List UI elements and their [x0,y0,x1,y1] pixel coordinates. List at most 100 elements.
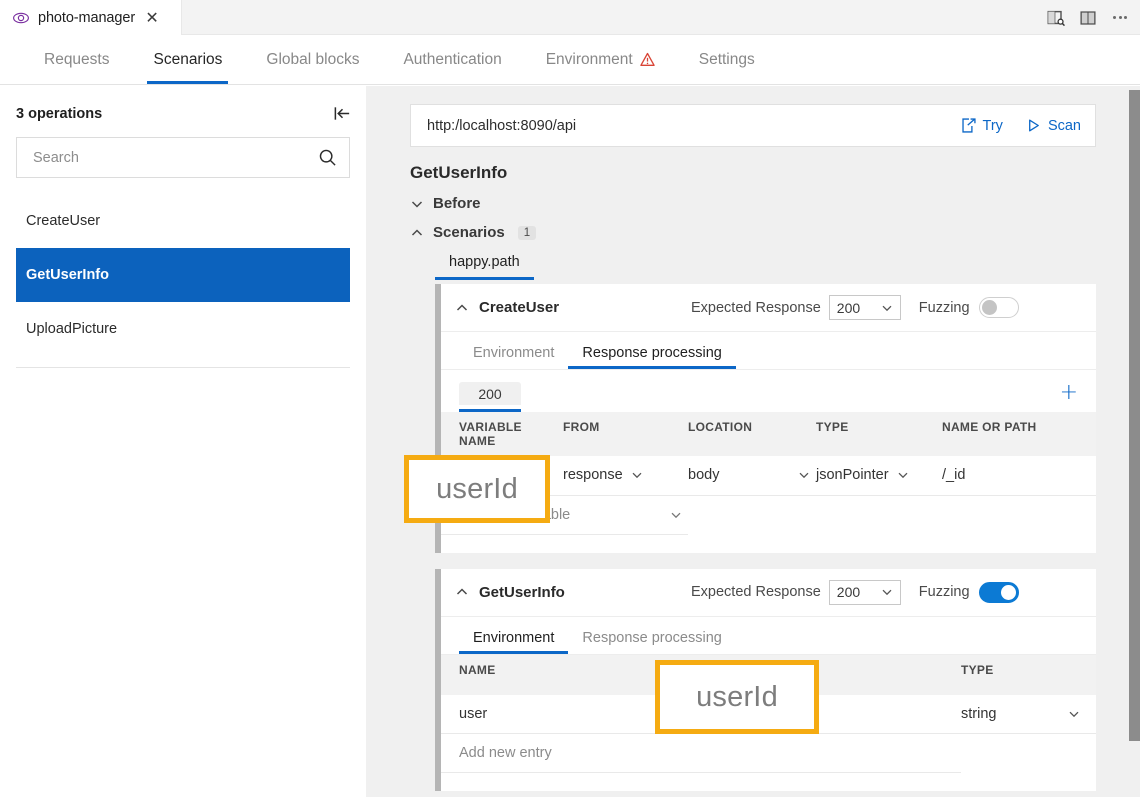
status-code-tab-row: 200 + [441,370,1096,412]
table-header-row: VARIABLE NAME FROM LOCATION TYPE NAME OR… [441,412,1096,456]
window-tab-photo-manager[interactable]: photo-manager ✕ [0,0,182,35]
operations-count: 3 operations [16,105,103,122]
expected-response-label: Expected Response [691,584,821,600]
warning-triangle-icon [640,52,655,66]
chevron-up-icon[interactable] [455,301,469,315]
chevron-down-icon [1069,711,1079,717]
column-name-or-path: NAME OR PATH [942,412,1096,456]
tab-settings-label: Settings [698,50,755,68]
scenario-tab-label: happy.path [449,254,520,270]
tab-authentication[interactable]: Authentication [381,35,523,84]
eye-icon [13,12,29,23]
column-name: NAME [441,654,656,695]
tab-scenarios[interactable]: Scenarios [131,35,244,84]
panel-search-icon[interactable] [1046,8,1066,28]
zoom-callout-text: userId [436,472,518,505]
operations-list: CreateUser GetUserInfo UploadPicture [0,194,366,356]
search-input[interactable] [31,148,318,167]
cell-from[interactable]: response [563,456,688,496]
chevron-down-icon [671,512,681,518]
tab-global-blocks[interactable]: Global blocks [244,35,381,84]
close-icon[interactable]: ✕ [144,9,160,26]
inner-tab-environment[interactable]: Environment [459,629,569,654]
try-label: Try [982,117,1003,134]
expected-response-select[interactable]: 200 [828,295,901,320]
tab-requests[interactable]: Requests [22,35,131,84]
sidebar-item-label: GetUserInfo [26,267,109,283]
search-icon[interactable] [318,148,337,167]
column-from: FROM [563,412,688,456]
tab-authentication-label: Authentication [403,50,502,68]
section-scenarios[interactable]: Scenarios 1 [410,224,1118,241]
cell-type-value: string [961,705,997,722]
cell-type-value: jsonPointer [816,467,889,484]
try-icon [961,118,976,133]
scan-button[interactable]: Scan [1025,117,1081,134]
section-before[interactable]: Before [410,195,1118,212]
tab-global-blocks-label: Global blocks [266,50,360,68]
chevron-down-icon [799,472,809,479]
sidebar-item-label: CreateUser [26,213,101,229]
try-button[interactable]: Try [960,117,1003,134]
base-url-bar[interactable]: http:/localhost:8090/api Try Scan [410,104,1096,147]
cell-location[interactable]: body [688,456,816,496]
inner-tab-response-processing[interactable]: Response processing [568,345,737,369]
add-status-code-button[interactable]: + [1060,382,1078,404]
column-type: TYPE [816,412,942,456]
fuzzing-label: Fuzzing [918,584,970,600]
split-panel-icon[interactable] [1078,8,1098,28]
section-scenarios-label: Scenarios [433,224,505,241]
page-title: GetUserInfo [410,163,508,182]
tab-environment[interactable]: Environment [524,35,677,84]
section-before-label: Before [433,195,481,212]
inner-tab-response-processing[interactable]: Response processing [568,630,735,654]
zoom-callout-variable-name: userId [404,455,550,523]
operations-sidebar: 3 operations CreateUser GetUserInfo Uplo… [0,86,366,797]
add-new-entry-value-cell[interactable] [656,733,961,773]
vertical-scrollbar[interactable] [1128,86,1140,797]
cell-location-value: body [688,467,720,484]
request-block-name: CreateUser [479,299,560,316]
cell-type[interactable]: jsonPointer [816,456,942,496]
cell-type[interactable]: string [961,694,1096,734]
tab-settings[interactable]: Settings [677,35,777,84]
inner-tab-label: Response processing [582,345,722,361]
status-code-label: 200 [478,386,502,402]
search-box[interactable] [16,137,350,178]
cell-name[interactable]: user [441,694,656,734]
base-url-value[interactable]: http:/localhost:8090/api [427,118,938,134]
sidebar-item-createuser[interactable]: CreateUser [0,194,366,248]
scenarios-count-badge: 1 [517,225,537,240]
block-inner-tabs: Environment Response processing [441,332,1096,370]
fuzzing-toggle[interactable] [978,297,1019,318]
inner-tab-environment[interactable]: Environment [459,345,568,369]
request-block-header: CreateUser Expected Response 200 Fuzzing [441,284,1096,332]
inner-tab-label: Response processing [582,629,722,646]
sidebar-item-uploadpicture[interactable]: UploadPicture [0,302,366,356]
cell-name-or-path[interactable]: /_id [942,456,1096,496]
table-add-row[interactable]: Add new entry [441,733,1096,773]
scan-play-icon [1028,119,1039,132]
title-bar: photo-manager ✕ [0,0,1140,35]
scenario-tab-happy-path[interactable]: happy.path [435,252,534,280]
more-options-icon[interactable] [1110,8,1130,28]
vertical-scrollbar-thumb[interactable] [1129,90,1140,741]
chevron-down-icon [632,472,642,479]
chevron-down-icon [882,589,892,596]
sidebar-item-getuserinfo[interactable]: GetUserInfo [16,248,350,302]
fuzzing-label: Fuzzing [918,299,970,316]
collapse-panel-icon[interactable] [333,104,352,123]
add-new-entry-label: Add new entry [459,745,552,761]
inner-tab-label: Environment [473,629,555,646]
status-code-tab-200[interactable]: 200 [459,382,521,412]
chevron-up-icon [411,228,423,236]
chevron-up-icon[interactable] [455,585,469,599]
expected-response-select[interactable]: 200 [828,579,901,605]
chevron-down-icon [411,200,423,208]
cell-from-value: response [563,467,623,484]
add-new-entry-cell[interactable]: Add new entry [441,733,656,773]
block-inner-tabs: Environment Response processing [441,617,1096,655]
fuzzing-toggle[interactable] [978,581,1019,603]
zoom-callout-text: userId [696,680,778,713]
scenario-tab-strip: happy.path [435,252,1096,284]
